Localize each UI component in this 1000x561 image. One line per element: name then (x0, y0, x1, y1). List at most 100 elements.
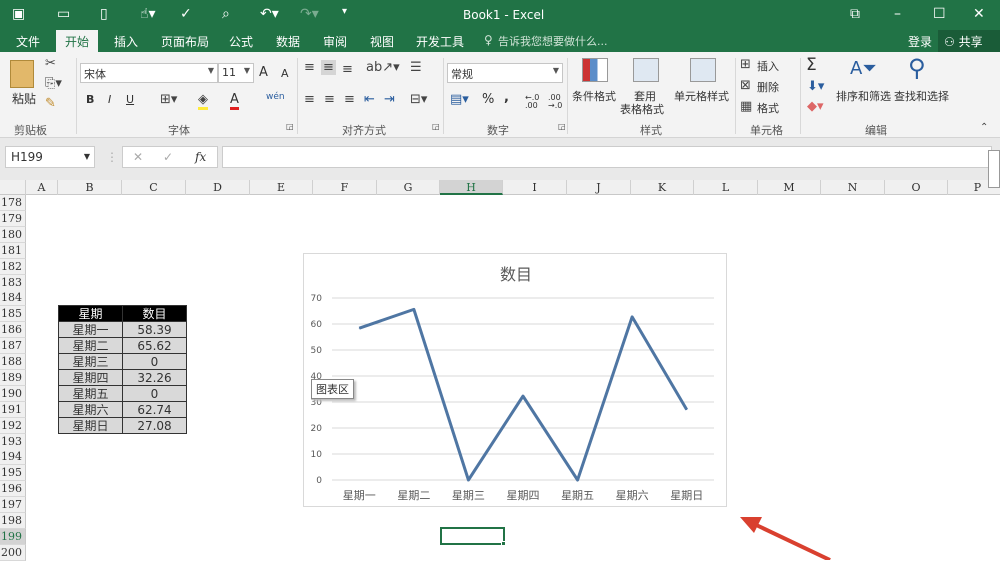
tab-home[interactable]: 开始 (56, 30, 99, 52)
grow-font-button[interactable]: A (259, 65, 268, 80)
paste-button[interactable]: 粘贴 (12, 90, 36, 107)
number-format-select[interactable]: 常规 ▼ (447, 63, 563, 83)
column-header-C[interactable]: C (122, 180, 186, 195)
tab-file[interactable]: 文件 (16, 33, 40, 50)
row-header-195[interactable]: 195 (0, 465, 26, 482)
format-painter-icon[interactable]: ✎ (45, 96, 56, 111)
insert-function-icon[interactable]: fx (195, 150, 206, 164)
decrease-indent-icon[interactable]: ⇤ (364, 92, 375, 107)
share-button[interactable]: ⚇ 共享 (938, 30, 1000, 52)
tab-insert[interactable]: 插入 (114, 33, 138, 50)
accounting-format-icon[interactable]: ▤▾ (450, 92, 469, 107)
table-cell[interactable]: 星期六 (58, 401, 123, 418)
column-header-K[interactable]: K (631, 180, 694, 195)
font-size-select[interactable]: 11 ▼ (218, 63, 254, 83)
format-table-button[interactable]: 表格格式 (620, 101, 664, 117)
increase-indent-icon[interactable]: ⇥ (384, 92, 395, 107)
enter-icon[interactable]: ✓ (163, 150, 173, 164)
undo-icon[interactable]: ↶▾ (260, 6, 279, 22)
align-middle-icon[interactable]: ≡ (321, 60, 336, 75)
fill-icon[interactable]: ⬇▾ (807, 79, 824, 94)
column-header-M[interactable]: M (758, 180, 821, 195)
wrap-text-icon[interactable]: ☰ (410, 60, 422, 75)
new-icon[interactable]: ▯ (100, 6, 108, 22)
login-link[interactable]: 登录 (908, 33, 932, 50)
table-cell[interactable]: 星期二 (58, 337, 123, 354)
fill-handle[interactable] (501, 541, 506, 546)
row-header-197[interactable]: 197 (0, 497, 26, 514)
dialog-launcher-icon[interactable]: ◲ (558, 122, 566, 131)
table-cell[interactable]: 58.39 (122, 321, 187, 338)
row-header-196[interactable]: 196 (0, 481, 26, 498)
ribbon-display-icon[interactable]: ⧉ (850, 6, 860, 22)
table-cell[interactable]: 32.26 (122, 369, 187, 386)
table-cell[interactable]: 星期三 (58, 353, 123, 370)
table-cell[interactable]: 星期五 (58, 385, 123, 402)
phonetic-button[interactable]: wén (266, 92, 285, 102)
table-header-cell[interactable]: 星期 (58, 305, 123, 322)
cancel-icon[interactable]: ✕ (133, 150, 143, 164)
print-preview-icon[interactable]: ⌕ (222, 6, 230, 22)
clear-icon[interactable]: ◆▾ (807, 99, 824, 114)
close-icon[interactable]: ✕ (973, 6, 985, 22)
tab-page-layout[interactable]: 页面布局 (161, 33, 209, 50)
decrease-decimal-button[interactable]: .00 →.0 (548, 94, 566, 110)
row-header-192[interactable]: 192 (0, 417, 26, 434)
column-header-O[interactable]: O (885, 180, 948, 195)
shrink-font-button[interactable]: A (281, 67, 289, 80)
scroll-tab[interactable] (988, 150, 1000, 188)
row-header-194[interactable]: 194 (0, 449, 26, 466)
row-header-186[interactable]: 186 (0, 322, 26, 339)
fill-color-icon[interactable]: ◈ (198, 92, 208, 110)
name-box[interactable]: H199 ▼ (5, 146, 95, 168)
align-center-icon[interactable]: ≡ (324, 92, 335, 107)
table-cell[interactable]: 星期日 (58, 417, 123, 434)
line-chart[interactable]: 数目 0 10 20 30 40 50 60 70 星期一 星期二 星期三 星期四 星期五 星期六 星期日 (303, 253, 727, 507)
bold-button[interactable]: B (86, 93, 94, 106)
italic-button[interactable]: I (108, 93, 111, 106)
font-color-button[interactable]: A (230, 92, 239, 110)
tab-review[interactable]: 审阅 (323, 33, 347, 50)
column-header-H[interactable]: H (440, 180, 503, 195)
column-header-G[interactable]: G (377, 180, 440, 195)
align-top-icon[interactable]: ≡ (304, 60, 315, 75)
table-header-cell[interactable]: 数目 (122, 305, 187, 322)
select-all-button[interactable] (0, 180, 26, 195)
align-bottom-icon[interactable]: ≡ (342, 62, 353, 77)
table-cell[interactable]: 0 (122, 385, 187, 402)
table-cell[interactable]: 星期四 (58, 369, 123, 386)
column-header-L[interactable]: L (694, 180, 758, 195)
row-header-191[interactable]: 191 (0, 401, 26, 418)
find-select-button[interactable]: 查找和选择 (894, 88, 949, 104)
tab-view[interactable]: 视图 (370, 33, 394, 50)
minimize-icon[interactable]: – (894, 6, 901, 22)
row-header-189[interactable]: 189 (0, 369, 26, 386)
row-header-178[interactable]: 178 (0, 195, 26, 211)
table-cell[interactable]: 星期一 (58, 321, 123, 338)
delete-cells-button[interactable]: 删除 (757, 79, 779, 95)
tab-formulas[interactable]: 公式 (229, 33, 253, 50)
table-cell[interactable]: 62.74 (122, 401, 187, 418)
redo-icon[interactable]: ↷▾ (300, 6, 319, 22)
dialog-launcher-icon[interactable]: ◲ (432, 122, 440, 131)
column-header-D[interactable]: D (186, 180, 250, 195)
save-icon[interactable]: ▣ (12, 6, 25, 22)
maximize-icon[interactable]: ☐ (933, 6, 946, 22)
spelling-icon[interactable]: ✓ (180, 6, 192, 22)
column-header-F[interactable]: F (313, 180, 377, 195)
paste-icon[interactable] (10, 60, 34, 88)
row-header-181[interactable]: 181 (0, 242, 26, 259)
insert-cells-button[interactable]: 插入 (757, 58, 779, 74)
underline-button[interactable]: U (126, 93, 134, 106)
table-cell[interactable]: 0 (122, 353, 187, 370)
tab-developer[interactable]: 开发工具 (416, 33, 464, 50)
merge-center-icon[interactable]: ⊟▾ (410, 92, 427, 107)
customize-qat-icon[interactable]: ▾ (342, 6, 347, 17)
row-header-193[interactable]: 193 (0, 433, 26, 450)
sort-filter-button[interactable]: 排序和筛选 (836, 88, 891, 104)
tell-me-input[interactable]: 告诉我您想要做什么... (498, 33, 608, 49)
copy-icon[interactable]: ⎘▾ (45, 76, 62, 91)
row-header-200[interactable]: 200 (0, 544, 26, 561)
row-header-184[interactable]: 184 (0, 290, 26, 307)
column-header-J[interactable]: J (567, 180, 631, 195)
